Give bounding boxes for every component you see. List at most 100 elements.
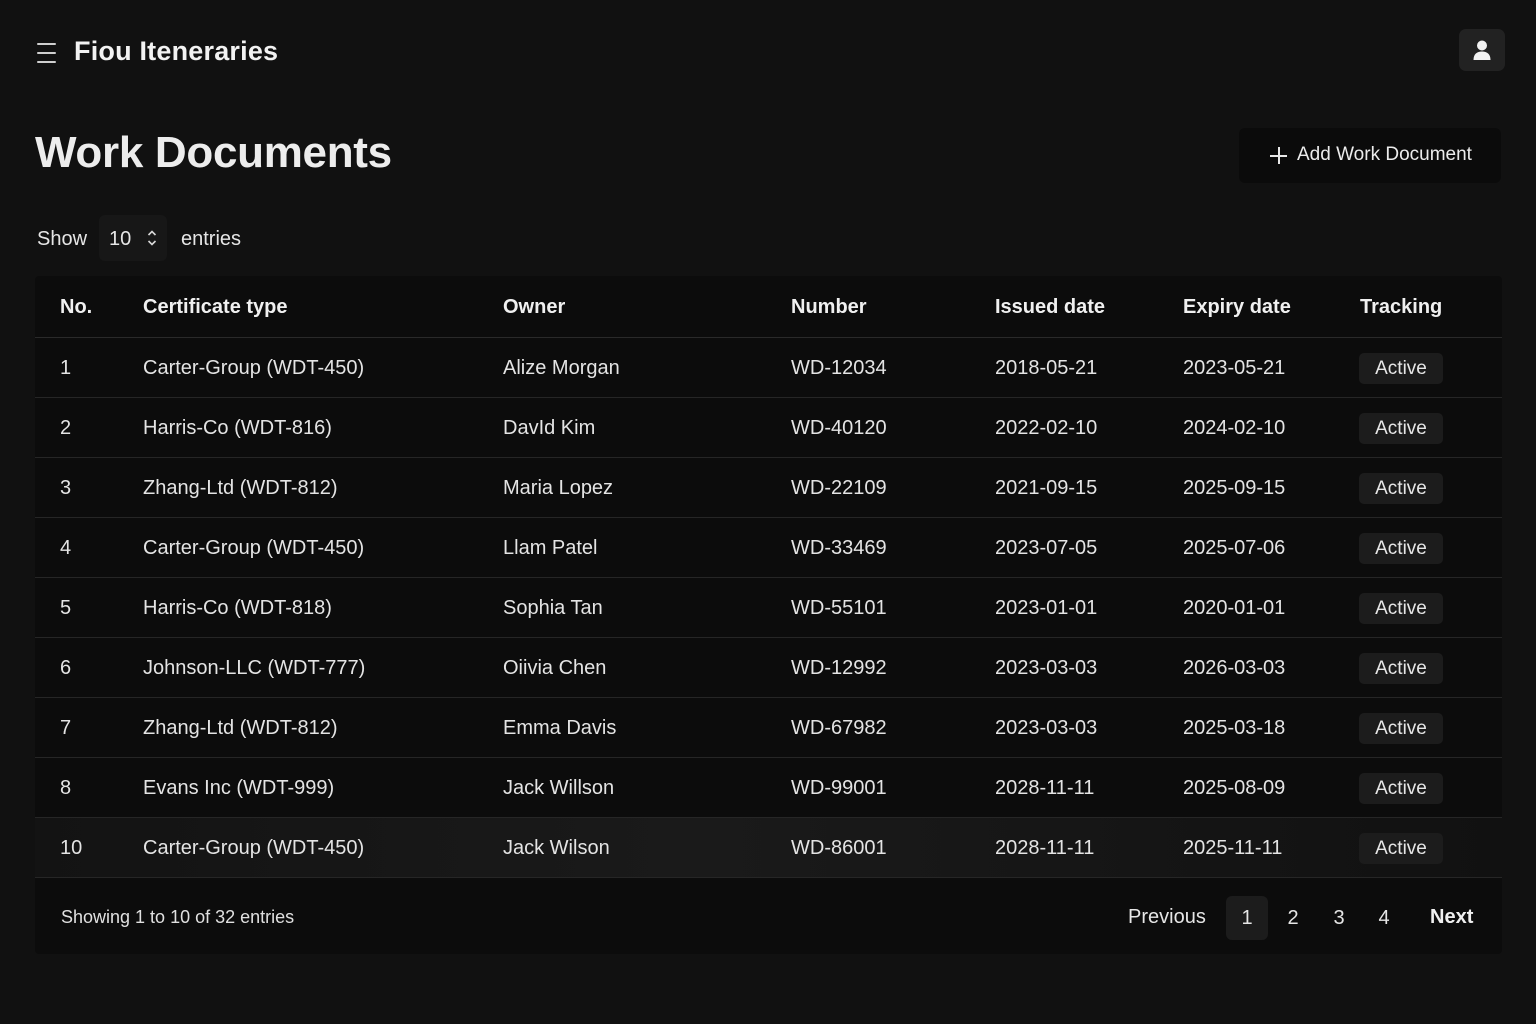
status-badge: Active (1359, 533, 1443, 564)
cell-owner: Maria Lopez (503, 477, 614, 499)
table-header: No. Certificate type Owner Number Issued… (35, 276, 1502, 338)
cell-certificate-type: Carter-Group (WDT-450) (143, 357, 365, 379)
entries-length-control: Show 10 entries (37, 215, 437, 263)
table-row[interactable]: 7 Zhang-Ltd (WDT-812) Emma Davis WD-6798… (35, 698, 1502, 758)
cell-expiry-date: 2026-03-03 (1183, 657, 1286, 679)
cell-certificate-type: Harris-Co (WDT-818) (143, 597, 332, 619)
cell-certificate-type: Evans Inc (WDT-999) (143, 777, 335, 799)
cell-owner: DavId Kim (503, 417, 596, 439)
cell-number: WD-33469 (791, 537, 887, 559)
cell-expiry-date: 2025-08-09 (1183, 777, 1286, 799)
user-icon (1473, 40, 1491, 60)
cell-issued-date: 2023-01-01 (995, 597, 1098, 619)
status-badge: Active (1359, 593, 1443, 624)
cell-no: 5 (60, 597, 72, 619)
table-row[interactable]: 10 Carter-Group (WDT-450) Jack Wilson WD… (35, 818, 1502, 878)
cell-no: 4 (60, 537, 72, 559)
cell-issued-date: 2023-07-05 (995, 537, 1098, 559)
cell-expiry-date: 2025-03-18 (1183, 717, 1286, 739)
cell-number: WD-22109 (791, 477, 887, 499)
column-header-certificate-type[interactable]: Certificate type (143, 296, 288, 319)
table-row[interactable]: 8 Evans Inc (WDT-999) Jack Willson WD-99… (35, 758, 1502, 818)
status-badge: Active (1359, 833, 1443, 864)
cell-certificate-type: Harris-Co (WDT-816) (143, 417, 332, 439)
hamburger-menu-icon[interactable] (36, 42, 58, 64)
entries-per-page-value: 10 (109, 228, 132, 250)
cell-owner: Jack Willson (503, 777, 615, 799)
column-header-tracking[interactable]: Tracking (1360, 296, 1442, 319)
cell-issued-date: 2023-03-03 (995, 717, 1098, 739)
status-badge: Active (1359, 353, 1443, 384)
cell-number: WD-40120 (791, 417, 887, 439)
cell-no: 3 (60, 477, 72, 499)
cell-number: WD-12992 (791, 657, 887, 679)
status-badge: Active (1359, 413, 1443, 444)
cell-expiry-date: 2025-07-06 (1183, 537, 1286, 559)
pagination-page-2[interactable]: 2 (1272, 896, 1314, 940)
top-bar: Fiou Iteneraries (0, 0, 1536, 104)
cell-number: WD-67982 (791, 717, 887, 739)
table-row[interactable]: 4 Carter-Group (WDT-450) Llam Patel WD-3… (35, 518, 1502, 578)
cell-expiry-date: 2020-01-01 (1183, 597, 1286, 619)
cell-owner: Sophia Tan (503, 597, 603, 619)
cell-number: WD-55101 (791, 597, 887, 619)
cell-expiry-date: 2024-02-10 (1183, 417, 1286, 439)
entries-per-page-select[interactable]: 10 (99, 215, 167, 261)
status-badge: Active (1359, 653, 1443, 684)
pagination-page-1[interactable]: 1 (1226, 896, 1268, 940)
pagination-next-button[interactable]: Next (1430, 906, 1473, 929)
show-label: Show (37, 228, 88, 250)
page-title: Work Documents (35, 128, 392, 177)
cell-number: WD-86001 (791, 837, 887, 859)
cell-issued-date: 2028-11-11 (995, 837, 1095, 859)
chevron-up-down-icon (147, 230, 157, 246)
cell-owner: Jack Wilson (503, 837, 610, 859)
pagination-page-4[interactable]: 4 (1363, 896, 1405, 940)
cell-no: 1 (60, 357, 72, 379)
cell-issued-date: 2021-09-15 (995, 477, 1098, 499)
pagination-previous-button[interactable]: Previous (1128, 906, 1206, 929)
cell-issued-date: 2018-05-21 (995, 357, 1098, 379)
cell-no: 10 (60, 837, 83, 859)
table-row[interactable]: 6 Johnson-LLC (WDT-777) Oiivia Chen WD-1… (35, 638, 1502, 698)
cell-issued-date: 2023-03-03 (995, 657, 1098, 679)
cell-owner: Oiivia Chen (503, 657, 607, 679)
column-header-owner[interactable]: Owner (503, 296, 565, 319)
cell-no: 6 (60, 657, 72, 679)
cell-number: WD-12034 (791, 357, 887, 379)
status-badge: Active (1359, 473, 1443, 504)
cell-number: WD-99001 (791, 777, 887, 799)
entries-label: entries (181, 228, 242, 250)
column-header-number[interactable]: Number (791, 296, 867, 319)
entries-summary: Showing 1 to 10 of 32 entries (61, 907, 295, 927)
cell-issued-date: 2028-11-11 (995, 777, 1095, 799)
cell-certificate-type: Johnson-LLC (WDT-777) (143, 657, 366, 679)
table-footer: Showing 1 to 10 of 32 entries Previous 1… (35, 880, 1502, 954)
table-row[interactable]: 5 Harris-Co (WDT-818) Sophia Tan WD-5510… (35, 578, 1502, 638)
plus-icon (1270, 147, 1287, 164)
user-account-button[interactable] (1459, 29, 1505, 71)
cell-no: 7 (60, 717, 72, 739)
table-row[interactable]: 1 Carter-Group (WDT-450) Alize Morgan WD… (35, 338, 1502, 398)
add-work-document-button[interactable]: Add Work Document (1239, 128, 1501, 183)
cell-expiry-date: 2025-11-11 (1183, 837, 1283, 859)
column-header-expiry-date[interactable]: Expiry date (1183, 296, 1291, 319)
cell-expiry-date: 2023-05-21 (1183, 357, 1286, 379)
documents-table-card: No. Certificate type Owner Number Issued… (35, 276, 1502, 954)
pagination-page-3[interactable]: 3 (1318, 896, 1360, 940)
status-badge: Active (1359, 713, 1443, 744)
cell-certificate-type: Zhang-Ltd (WDT-812) (143, 717, 338, 739)
cell-owner: Alize Morgan (503, 357, 620, 379)
status-badge: Active (1359, 773, 1443, 804)
table-row[interactable]: 3 Zhang-Ltd (WDT-812) Maria Lopez WD-221… (35, 458, 1502, 518)
app-title: Fiou Iteneraries (74, 36, 279, 66)
cell-certificate-type: Carter-Group (WDT-450) (143, 537, 365, 559)
cell-certificate-type: Zhang-Ltd (WDT-812) (143, 477, 338, 499)
cell-no: 8 (60, 777, 72, 799)
cell-expiry-date: 2025-09-15 (1183, 477, 1286, 499)
column-header-issued-date[interactable]: Issued date (995, 296, 1105, 319)
cell-issued-date: 2022-02-10 (995, 417, 1098, 439)
add-work-document-label: Add Work Document (1297, 144, 1472, 165)
table-row[interactable]: 2 Harris-Co (WDT-816) DavId Kim WD-40120… (35, 398, 1502, 458)
column-header-no[interactable]: No. (60, 296, 92, 319)
